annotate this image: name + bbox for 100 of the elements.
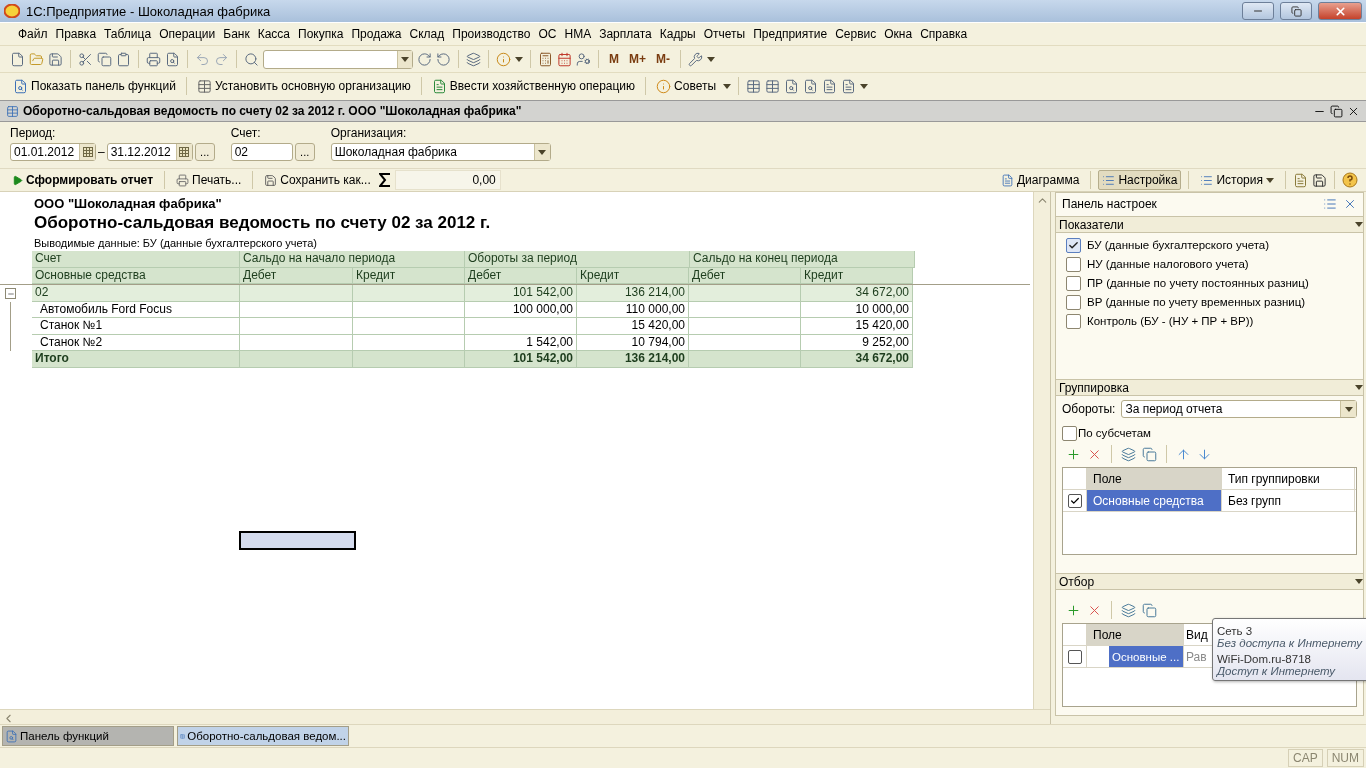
calendar-icon[interactable]	[82, 147, 93, 157]
date-field[interactable]: 31.12.2012	[106, 143, 193, 161]
organization-icon[interactable]	[196, 78, 212, 94]
scissors-icon[interactable]	[78, 51, 93, 67]
organization-field[interactable]: Шоколадная фабрика	[330, 143, 551, 161]
search-next-icon[interactable]	[417, 51, 432, 67]
toolbar-button[interactable]: Установить основную организацию	[193, 75, 414, 97]
operation-icon[interactable]	[431, 78, 447, 94]
memory-button[interactable]: M	[606, 52, 622, 66]
clipboard-icon[interactable]	[116, 51, 131, 67]
search-field[interactable]	[263, 49, 413, 69]
print-button[interactable]: Печать...	[172, 170, 246, 190]
save-icon[interactable]	[264, 173, 278, 187]
list-icon[interactable]	[1102, 173, 1116, 187]
memory-button[interactable]: M-	[653, 52, 673, 66]
caret-icon[interactable]	[1266, 177, 1274, 183]
date-field[interactable]: 01.01.2012	[10, 143, 96, 161]
wrench-icon[interactable]	[688, 51, 703, 67]
menu-item[interactable]: Сервис	[831, 27, 881, 41]
toolbar-button[interactable]: Советы	[653, 75, 720, 97]
checkbox[interactable]	[1066, 275, 1081, 291]
menu-item[interactable]: Окна	[880, 27, 917, 41]
caret-icon[interactable]	[515, 56, 523, 62]
calendar-icon[interactable]	[557, 51, 572, 67]
minimize-button[interactable]	[1242, 2, 1274, 20]
menu-item[interactable]: Таблица	[100, 27, 156, 41]
restore-button[interactable]	[1280, 2, 1312, 20]
menu-item[interactable]: Продажа	[347, 27, 406, 41]
save-icon[interactable]	[48, 51, 63, 67]
window-tab[interactable]: Оборотно-сальдовая ведом...	[177, 726, 349, 746]
tips-icon[interactable]	[656, 78, 672, 94]
toolbar-button[interactable]: История	[1196, 170, 1278, 190]
menu-item[interactable]: Производство	[448, 27, 535, 41]
caret-icon[interactable]	[723, 83, 732, 89]
caret-icon[interactable]	[401, 56, 409, 62]
window-tab[interactable]: Панель функций	[2, 726, 174, 746]
menu-item[interactable]: Правка	[51, 27, 101, 41]
search-previous-icon[interactable]	[436, 51, 451, 67]
caret-icon[interactable]	[860, 83, 869, 89]
copy-icon[interactable]	[97, 51, 112, 67]
printer-icon[interactable]	[176, 173, 189, 187]
column-header[interactable]: Поле	[1087, 468, 1222, 490]
calculator-icon[interactable]	[538, 51, 553, 67]
select-button[interactable]: ...	[294, 143, 315, 161]
menu-item[interactable]: Кадры	[655, 27, 700, 41]
menu-item[interactable]: Предприятие	[749, 27, 832, 41]
search-icon[interactable]	[244, 51, 259, 67]
period-button[interactable]: ...	[194, 143, 215, 161]
caret-icon[interactable]	[707, 56, 715, 62]
toolbar-button[interactable]: Диаграмма	[996, 170, 1084, 190]
menu-item[interactable]: ОС	[534, 27, 561, 41]
checkbox[interactable]	[1066, 313, 1081, 329]
generate-button[interactable]: Сформировать отчет	[8, 170, 157, 190]
function-panel-icon[interactable]	[13, 78, 28, 94]
collapse-icon[interactable]	[5, 288, 16, 299]
add-icon[interactable]	[1066, 602, 1081, 618]
save-button[interactable]: Сохранить как...	[260, 170, 375, 190]
menu-item[interactable]: Касса	[253, 27, 295, 41]
menu-item[interactable]: Отчеты	[699, 27, 750, 41]
printer-icon[interactable]	[146, 51, 161, 67]
help-icon[interactable]	[1342, 172, 1358, 188]
toolbar-button[interactable]: Настройка	[1098, 170, 1182, 190]
menu-item[interactable]: Файл	[14, 27, 52, 41]
collapse-caret-icon[interactable]	[1355, 579, 1363, 585]
table-icon[interactable]	[765, 78, 781, 94]
checkbox[interactable]	[1066, 256, 1081, 272]
menu-item[interactable]: Справка	[916, 27, 972, 41]
move-up-icon[interactable]	[1176, 446, 1191, 462]
toolbar-button[interactable]: Показать панель функций	[10, 75, 179, 97]
menu-item[interactable]: Зарплата	[595, 27, 656, 41]
menu-item[interactable]: Банк	[219, 27, 254, 41]
column-header[interactable]: Поле	[1087, 624, 1184, 646]
toolbar-button[interactable]: Ввести хозяйственную операцию	[428, 75, 639, 97]
menu-item[interactable]: Склад	[405, 27, 449, 41]
calendar-icon[interactable]	[179, 147, 190, 157]
menu-item[interactable]: Покупка	[294, 27, 348, 41]
user-icon[interactable]	[576, 51, 591, 67]
folder-icon[interactable]	[29, 51, 44, 67]
table-icon[interactable]	[746, 78, 762, 94]
table-cell[interactable]: Основные средства	[1087, 490, 1222, 512]
checkbox[interactable]	[1068, 649, 1082, 664]
document-icon[interactable]	[822, 78, 838, 94]
collapse-caret-icon[interactable]	[1355, 222, 1363, 228]
collapse-caret-icon[interactable]	[1355, 385, 1363, 391]
new-file-icon[interactable]	[10, 51, 25, 67]
menu-item[interactable]: Операции	[155, 27, 220, 41]
document-icon[interactable]	[841, 78, 857, 94]
preview-icon[interactable]	[165, 51, 180, 67]
close-button[interactable]	[1318, 2, 1362, 20]
table-cell[interactable]: Основные ...	[1109, 646, 1183, 668]
turnover-field[interactable]: За период отчета	[1121, 400, 1357, 419]
caret-icon[interactable]	[538, 149, 547, 155]
account-field[interactable]: 02	[230, 143, 293, 161]
menu-item[interactable]: НМА	[560, 27, 596, 41]
restore-icon[interactable]	[1330, 104, 1343, 118]
checkbox[interactable]	[1066, 237, 1081, 253]
memory-button[interactable]: M+	[626, 52, 649, 66]
checkbox[interactable]	[1062, 425, 1077, 441]
checkbox[interactable]	[1066, 294, 1081, 310]
move-down-icon[interactable]	[1197, 446, 1212, 462]
